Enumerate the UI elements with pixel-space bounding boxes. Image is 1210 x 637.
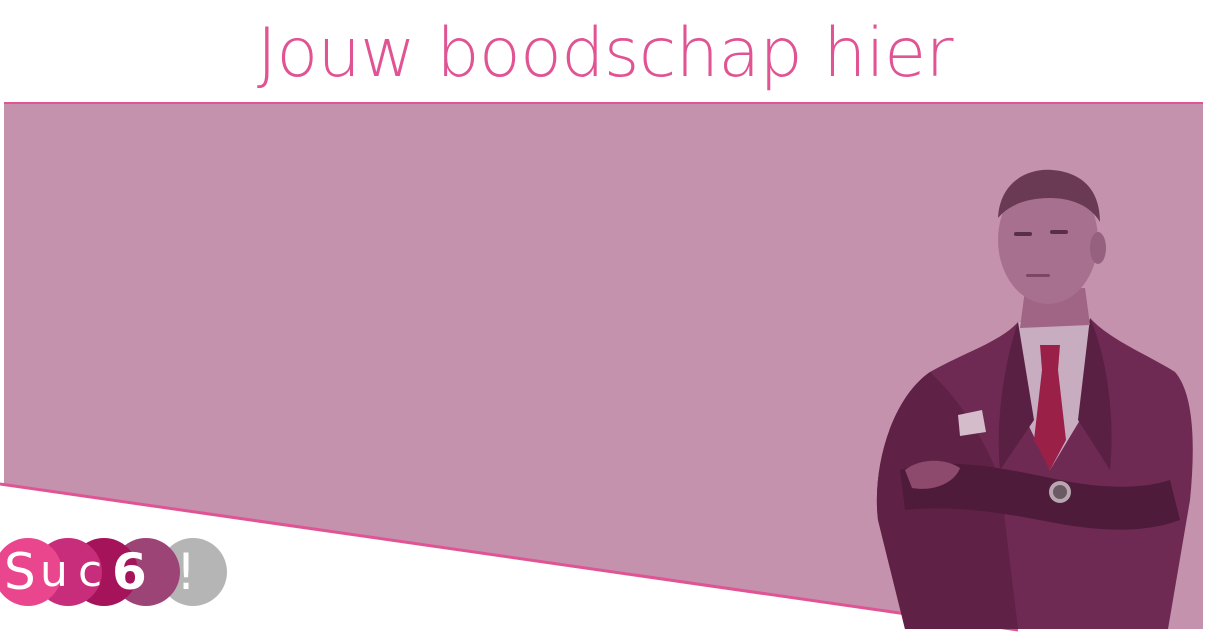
logo-letter-c: c xyxy=(78,546,103,597)
logo-digit-six: 6 xyxy=(112,543,147,601)
logo-exclamation: ! xyxy=(176,543,197,601)
logo-letter-s: S xyxy=(4,543,36,601)
logo-letter-u: u xyxy=(40,546,68,597)
suc6-logo: S u c 6 ! xyxy=(0,530,240,614)
